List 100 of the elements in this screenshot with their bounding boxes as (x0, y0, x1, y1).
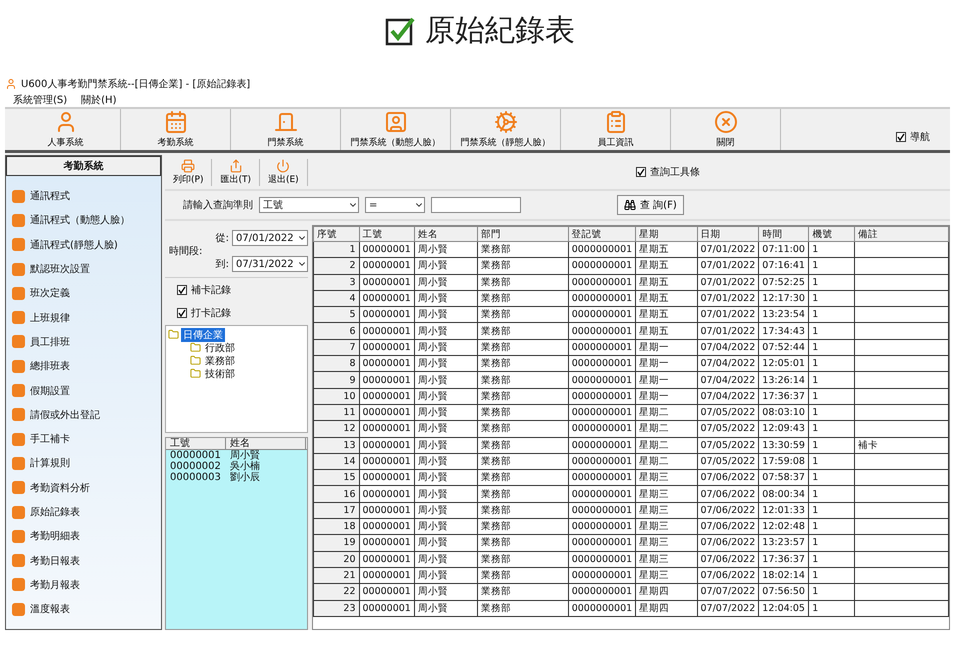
table-cell: 周小賢 (414, 322, 478, 340)
toolbar-button[interactable]: 門禁系統（動態人臉） (341, 109, 451, 150)
sidebar-item[interactable]: 員工排班 (6, 330, 161, 354)
sidebar-item[interactable]: 考勤明細表 (6, 524, 161, 548)
action-button[interactable]: 列印(P) (165, 158, 212, 186)
tree-node[interactable]: 日傳企業 (181, 328, 225, 342)
sidebar-item[interactable]: 總排班表 (6, 354, 161, 378)
checkbox-label: 補卡記錄 (191, 284, 231, 297)
table-cell: 18:02:14 (758, 567, 809, 584)
action-button[interactable]: 匯出(T) (212, 158, 260, 186)
toolbar-button[interactable]: 門禁系統（靜態人臉） (451, 109, 561, 150)
table-cell: 星期三 (636, 518, 698, 535)
table-cell: 業務部 (478, 551, 568, 568)
table-cell: 07/01/2022 (697, 274, 759, 290)
sidebar-item[interactable]: 手工補卡 (6, 426, 161, 452)
close-icon (714, 110, 738, 134)
table-cell: 00000001 (359, 274, 414, 290)
column-header[interactable]: 登記號 (568, 226, 636, 242)
column-header[interactable]: 機號 (808, 226, 854, 242)
search-button[interactable]: 查 詢(F) (617, 195, 684, 215)
column-header[interactable]: 姓名 (414, 226, 478, 242)
column-header[interactable]: 星期 (636, 226, 698, 242)
page-title: 原始紀錄表 (425, 12, 575, 50)
sidebar-item[interactable]: 考勤月報表 (6, 572, 161, 598)
toolbar-button[interactable]: 人事系統 (11, 109, 121, 150)
sidebar-item[interactable]: 通訊程式（動態人臉） (6, 208, 161, 233)
column-header[interactable]: 時間 (758, 226, 809, 242)
sidebar-item[interactable]: 上班規律 (6, 305, 161, 330)
table-cell: 1 (808, 502, 854, 519)
list-cell-text: 吳小楠 (229, 461, 261, 472)
checkbox-label: 導航 (910, 130, 930, 144)
sidebar-item[interactable]: 考勤資料分析 (6, 476, 161, 500)
action-button[interactable]: 退出(E) (260, 158, 308, 186)
tree-node[interactable]: 行政部 (203, 340, 237, 354)
tree-node[interactable]: 業務部 (203, 354, 237, 368)
date-picker[interactable]: 07/31/2022 (232, 256, 308, 272)
table-cell: 0000000001 (568, 306, 636, 323)
sidebar-item[interactable]: 請假或外出登記 (6, 402, 161, 427)
sidebar-item[interactable]: 通訊程式(靜態人臉) (6, 232, 161, 257)
sidebar-item[interactable]: 假期設置 (6, 378, 161, 403)
table-cell: 0000000001 (568, 420, 636, 438)
table-cell: 6 (314, 322, 359, 340)
operator-dropdown[interactable]: = (365, 197, 425, 213)
query-input[interactable] (431, 197, 521, 213)
sidebar-item[interactable]: 班次定義 (6, 281, 161, 306)
column-header[interactable]: 工號 (359, 226, 414, 242)
checkbox[interactable] (177, 284, 187, 295)
table-cell: 星期一 (636, 339, 698, 356)
table-cell: 07/06/2022 (697, 534, 759, 552)
table-cell: 0000000001 (568, 453, 636, 470)
sidebar-item[interactable]: 通訊程式 (6, 184, 161, 208)
column-header[interactable]: 日期 (697, 226, 759, 242)
column-header[interactable]: 備註 (854, 226, 948, 242)
date-picker[interactable]: 07/01/2022 (232, 230, 308, 246)
table-cell: 17 (314, 502, 359, 519)
sidebar-item[interactable]: 考勤日報表 (6, 548, 161, 573)
table-cell: 周小賢 (414, 534, 478, 552)
sidebar-item[interactable]: 默認班次設置 (6, 256, 161, 282)
sidebar-item[interactable]: 原始記錄表 (6, 500, 161, 524)
table-cell: 星期一 (636, 388, 698, 404)
table-cell: 周小賢 (414, 290, 478, 307)
table-cell: 業務部 (478, 258, 568, 274)
table-cell: 0000000001 (568, 290, 636, 307)
sidebar-item[interactable]: 計算規則 (6, 451, 161, 476)
table-cell: 3 (314, 274, 359, 290)
table-cell: 周小賢 (414, 518, 478, 535)
table-cell: 星期二 (636, 404, 698, 421)
table-cell: 業務部 (478, 486, 568, 502)
table-cell: 星期三 (636, 470, 698, 486)
column-header[interactable]: 姓名 (226, 438, 306, 449)
column-header[interactable]: 工號 (166, 438, 226, 449)
table-cell: 業務部 (478, 306, 568, 323)
toolbar-button[interactable]: 關閉 (671, 109, 781, 150)
table-cell: 00000001 (359, 453, 414, 470)
table-cell: 業務部 (478, 274, 568, 290)
checkbox[interactable] (896, 132, 906, 142)
checkbox[interactable] (177, 308, 187, 318)
checkbox[interactable] (636, 167, 646, 177)
table-cell: 5 (314, 306, 359, 323)
toolbar-button[interactable]: 考勤系統 (121, 109, 231, 150)
table-cell: 星期二 (636, 420, 698, 438)
column-header[interactable]: 部門 (478, 226, 568, 242)
table-cell: 00000001 (359, 584, 414, 600)
binoculars-icon (624, 199, 636, 211)
table-cell: 1 (808, 388, 854, 404)
table-cell: 23 (314, 600, 359, 616)
app-icon (12, 506, 25, 518)
menu-item[interactable]: 系統管理(S) (13, 93, 68, 107)
toolbar-button[interactable]: 門禁系統 (231, 109, 341, 150)
sidebar-item[interactable]: 溫度報表 (6, 597, 161, 622)
table-cell: 18 (314, 518, 359, 535)
tree-node[interactable]: 技術部 (203, 366, 237, 380)
toolbar-button[interactable]: 員工資訊 (561, 109, 671, 150)
field-dropdown[interactable]: 工號 (259, 197, 359, 213)
column-header[interactable]: 序號 (314, 226, 359, 242)
table-cell: 07/04/2022 (697, 356, 759, 372)
table-cell: 17:34:43 (758, 322, 809, 340)
table-cell: 0000000001 (568, 584, 636, 600)
menu-item[interactable]: 關於(H) (81, 93, 116, 107)
table-cell: 周小賢 (414, 356, 478, 372)
